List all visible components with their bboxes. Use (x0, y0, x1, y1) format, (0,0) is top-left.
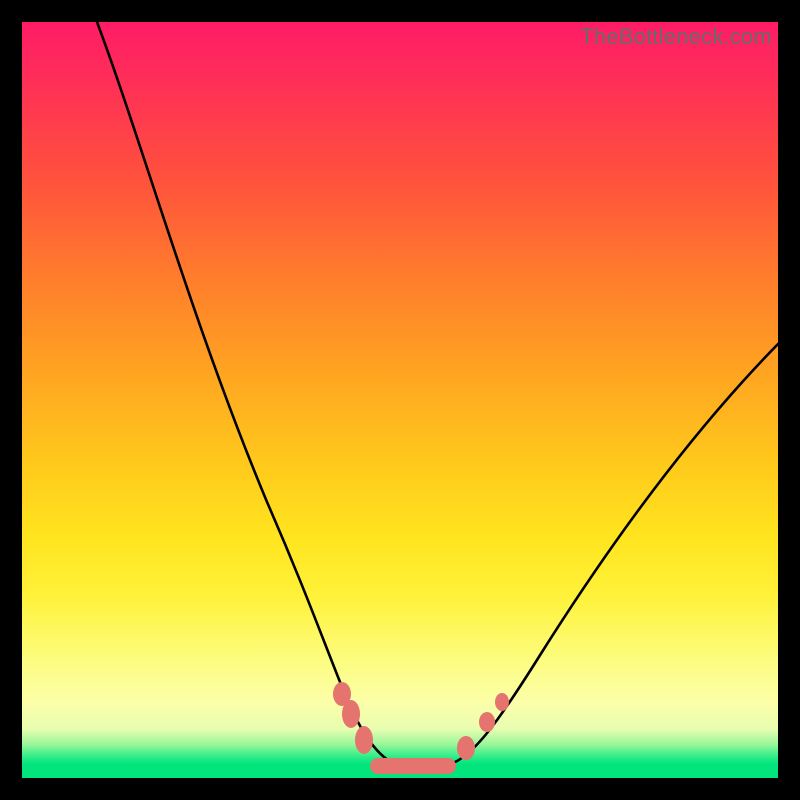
chart-svg (22, 22, 778, 778)
marker-dot (479, 712, 495, 732)
marker-dot (355, 726, 373, 754)
marker-dot (457, 736, 475, 760)
curve-path (97, 22, 778, 767)
marker-dot (495, 693, 509, 711)
marker-dot (342, 700, 360, 728)
marker-bar (370, 758, 456, 774)
plot-area: TheBottleneck.com (22, 22, 778, 778)
chart-frame: TheBottleneck.com (0, 0, 800, 800)
marker-group (333, 682, 509, 774)
watermark-text: TheBottleneck.com (580, 24, 772, 50)
